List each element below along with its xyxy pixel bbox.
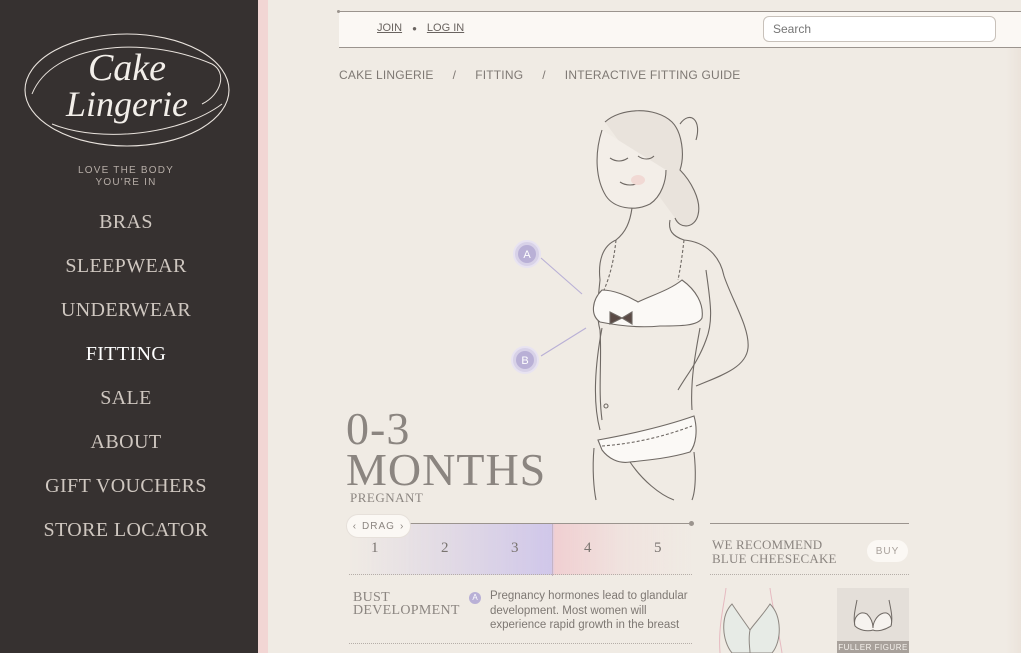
- login-link[interactable]: LOG IN: [427, 22, 464, 34]
- nav-link-fitting[interactable]: FITTING: [86, 343, 167, 366]
- pregnancy-figure-illustration: A B: [511, 110, 749, 501]
- logo-text-top: Cake: [88, 47, 166, 89]
- bust-development-title: BUST DEVELOPMENT: [353, 591, 460, 618]
- nav-link-gift-vouchers[interactable]: GIFT VOUCHERS: [45, 475, 207, 498]
- main-nav: BRAS SLEEPWEAR UNDERWEAR FITTING SALE AB…: [0, 200, 252, 552]
- timeline-tick[interactable]: 5: [654, 540, 662, 557]
- auth-separator-icon: ●: [412, 23, 417, 33]
- breadcrumb-current: INTERACTIVE FITTING GUIDE: [564, 68, 741, 82]
- drag-label: DRAG: [362, 520, 395, 532]
- cake-lingerie-logo[interactable]: Cake Lingerie: [22, 24, 232, 152]
- chevron-right-icon: ›: [399, 520, 405, 532]
- page-edge: [1006, 48, 1021, 653]
- point-a-marker[interactable]: A: [513, 240, 541, 268]
- divider: [349, 643, 692, 644]
- nav-link-about[interactable]: ABOUT: [91, 431, 162, 454]
- timeline-tick[interactable]: 3: [511, 540, 519, 557]
- bust-description: Pregnancy hormones lead to glandular dev…: [490, 590, 688, 631]
- top-bar: JOIN ● LOG IN: [337, 10, 1021, 48]
- nav-link-bras[interactable]: BRAS: [99, 211, 153, 234]
- logo-text-bottom: Lingerie: [65, 84, 188, 124]
- point-a-label: A: [523, 249, 531, 261]
- point-b-marker[interactable]: B: [511, 346, 539, 374]
- bra-thumbnail-icon: [853, 599, 893, 632]
- breadcrumb-home[interactable]: CAKE LINGERIE: [339, 68, 434, 82]
- bust-title-line2: DEVELOPMENT: [353, 603, 460, 618]
- search-input[interactable]: [763, 16, 996, 42]
- stage-subtitle: PREGNANT: [350, 490, 424, 505]
- recommendation-panel: WE RECOMMEND BLUE CHEESECAKE BUY: [710, 523, 909, 575]
- thumbnail-label: FULLER FIGURE: [837, 641, 909, 653]
- nav-link-underwear[interactable]: UNDERWEAR: [61, 299, 191, 322]
- nav-item-sale[interactable]: SALE: [0, 376, 252, 420]
- timeline-current-marker: [552, 524, 553, 576]
- nav-item-underwear[interactable]: UNDERWEAR: [0, 288, 252, 332]
- bust-point-badge: A: [469, 592, 481, 604]
- accent-strip: [258, 0, 268, 653]
- join-link[interactable]: JOIN: [377, 22, 402, 34]
- timeline-tick[interactable]: 1: [371, 540, 379, 557]
- drag-handle[interactable]: ‹ DRAG ›: [347, 515, 410, 537]
- recommend-product-name[interactable]: BLUE CHEESECAKE: [712, 552, 837, 566]
- stage-title-line2: MONTHS: [346, 444, 547, 495]
- chevron-left-icon: ‹: [352, 520, 358, 532]
- timeline-end-dot: [689, 521, 694, 526]
- nav-item-bras[interactable]: BRAS: [0, 200, 252, 244]
- recommendation-title: WE RECOMMEND BLUE CHEESECAKE: [712, 538, 837, 566]
- sidebar: Cake Lingerie LOVE THE BODY YOU'RE IN BR…: [0, 0, 258, 653]
- timeline-tick[interactable]: 4: [584, 540, 592, 557]
- timeline-tick[interactable]: 2: [441, 540, 449, 557]
- nav-item-store-locator[interactable]: STORE LOCATOR: [0, 508, 252, 552]
- tagline: LOVE THE BODY YOU'RE IN: [0, 165, 252, 189]
- stage-title: 0-3 MONTHS: [346, 403, 547, 495]
- tagline-line1: LOVE THE BODY: [78, 165, 174, 176]
- month-timeline-slider[interactable]: ‹ DRAG › 1 2 3 4 5: [347, 515, 694, 576]
- nav-item-sleepwear[interactable]: SLEEPWEAR: [0, 244, 252, 288]
- breadcrumb: CAKE LINGERIE / FITTING / INTERACTIVE FI…: [339, 68, 740, 82]
- breadcrumb-separator: /: [452, 68, 457, 82]
- auth-links: JOIN ● LOG IN: [377, 22, 464, 34]
- recommend-heading: WE RECOMMEND: [712, 537, 823, 552]
- nav-item-gift-vouchers[interactable]: GIFT VOUCHERS: [0, 464, 252, 508]
- nav-item-about[interactable]: ABOUT: [0, 420, 252, 464]
- product-image[interactable]: [712, 586, 820, 653]
- tagline-line2: YOU'RE IN: [95, 177, 157, 188]
- topbar-dot: [337, 10, 340, 13]
- nav-link-sleepwear[interactable]: SLEEPWEAR: [65, 255, 186, 278]
- nav-link-store-locator[interactable]: STORE LOCATOR: [43, 519, 208, 542]
- nav-item-fitting[interactable]: FITTING: [0, 332, 252, 376]
- stage-title-line1: 0-3: [346, 403, 411, 454]
- point-b-label: B: [521, 355, 528, 367]
- buy-button[interactable]: BUY: [867, 540, 908, 562]
- breadcrumb-separator: /: [542, 68, 546, 82]
- breadcrumb-fitting[interactable]: FITTING: [475, 68, 523, 82]
- nav-link-sale[interactable]: SALE: [100, 387, 152, 410]
